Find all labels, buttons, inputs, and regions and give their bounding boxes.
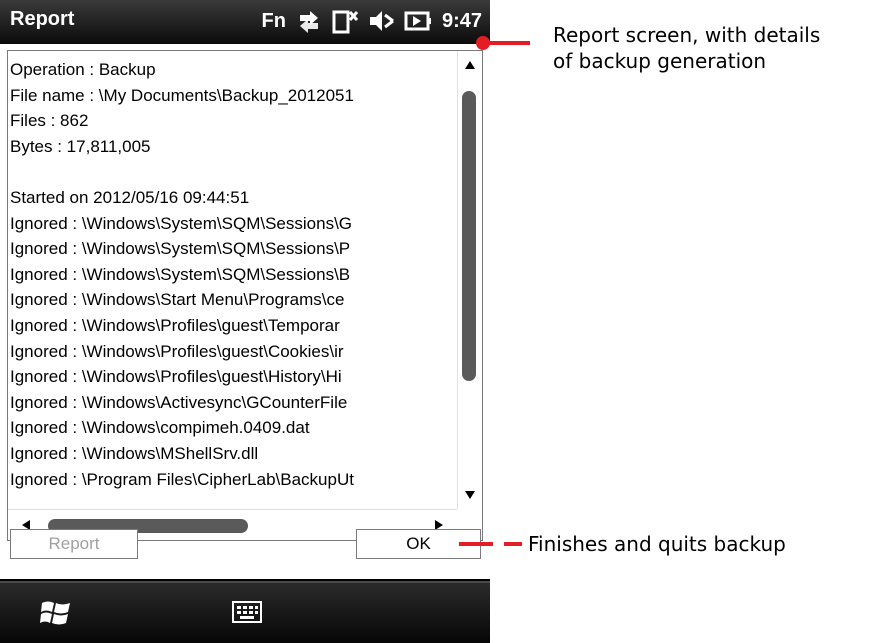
annotation-report-screen: Report screen, with details of backup ge… xyxy=(553,23,821,73)
report-log-line: Ignored : \Windows\Profiles\guest\Histor… xyxy=(10,367,342,387)
clock[interactable]: 9:47 xyxy=(442,10,482,33)
windows-start-icon[interactable] xyxy=(38,595,74,631)
sync-arrows-icon[interactable] xyxy=(296,9,322,33)
report-log-line: Ignored : \Program Files\CipherLab\Backu… xyxy=(10,469,354,489)
fn-indicator: Fn xyxy=(261,9,286,32)
vertical-scrollbar[interactable] xyxy=(457,51,482,509)
report-log-line: Ignored : \Windows\Activesync\GCounterFi… xyxy=(10,392,348,412)
report-log-line: Ignored : \Windows\Profiles\guest\Tempor… xyxy=(10,315,340,335)
report-log-line: File name : \My Documents\Backup_2012051 xyxy=(10,85,354,105)
report-log-line: Files : 862 xyxy=(10,111,89,131)
scroll-down-arrow-icon[interactable] xyxy=(458,483,482,507)
vertical-scroll-thumb[interactable] xyxy=(462,91,476,381)
report-dialog: Operation : Backup File name : \My Docume… xyxy=(0,44,490,579)
report-button[interactable]: Report xyxy=(10,529,138,559)
device-screen: Report Fn 9:47 Operation: Backup File n… xyxy=(0,0,490,643)
window-title: Report xyxy=(10,8,75,30)
battery-charging-icon[interactable] xyxy=(404,9,432,33)
report-log-line: Ignored : \Windows\MShellSrv.dll xyxy=(10,443,259,463)
callout-line-report xyxy=(484,41,530,45)
status-bar: Fn 9:47 xyxy=(262,6,482,36)
annotation-finish: Finishes and quits backup xyxy=(528,532,786,556)
report-log-line: Ignored : \Windows\Profiles\guest\Cookie… xyxy=(10,341,344,361)
callout-line-ok xyxy=(459,542,493,546)
callout-line-ok-arrow xyxy=(504,542,522,546)
report-log-line: Ignored : \Windows\System\SQM\Sessions\P xyxy=(10,239,351,259)
taskbar xyxy=(0,581,490,643)
report-log-line: Ignored : \Windows\Start Menu\Programs\c… xyxy=(10,290,345,310)
report-log-line: Ignored : \Windows\System\SQM\Sessions\G xyxy=(10,213,353,233)
report-log-box[interactable]: Operation : Backup File name : \My Docume… xyxy=(7,50,483,541)
no-signal-icon[interactable] xyxy=(332,8,358,34)
keyboard-icon[interactable] xyxy=(232,601,262,623)
report-log-line: Ignored : \Windows\System\SQM\Sessions\B xyxy=(10,264,351,284)
scroll-up-arrow-icon[interactable] xyxy=(458,53,482,77)
report-log-line xyxy=(10,159,455,185)
report-log-line: Operation : Backup xyxy=(10,60,156,79)
report-log-text: Operation : Backup File name : \My Docume… xyxy=(10,57,455,507)
title-bar: Report Fn 9:47 xyxy=(0,0,490,44)
report-log-line: Started on 2012/05/16 09:44:51 xyxy=(10,187,250,207)
speaker-muted-icon[interactable] xyxy=(368,9,394,33)
report-log-line: Ignored : \Windows\compimeh.0409.dat xyxy=(10,418,310,438)
report-log-line: Bytes : 17,811,005 xyxy=(10,136,151,156)
